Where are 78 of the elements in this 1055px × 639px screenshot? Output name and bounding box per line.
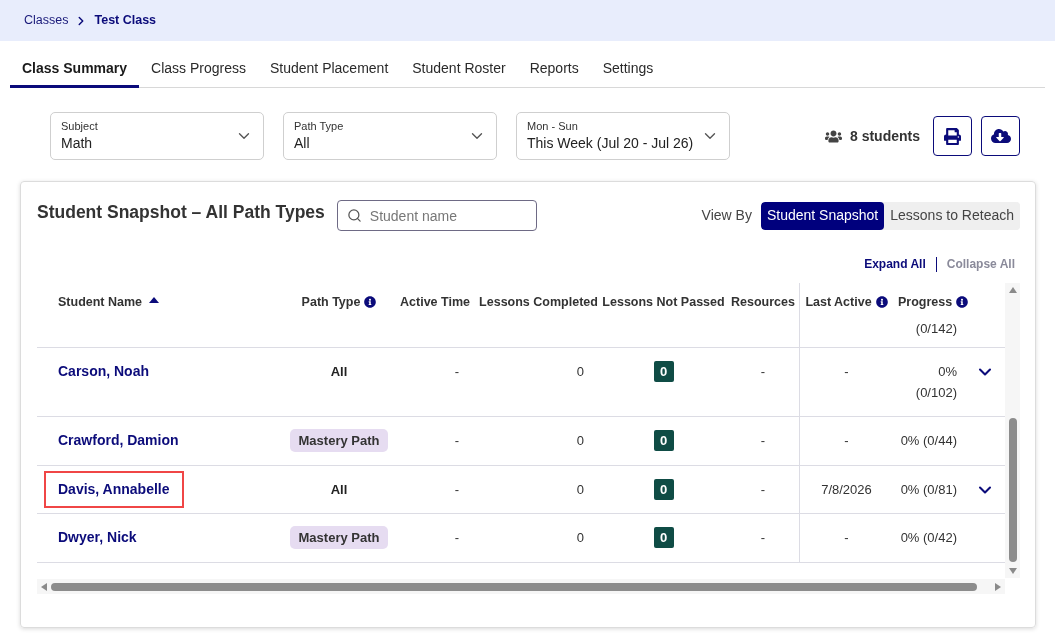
progress-detail: (0/142) (915, 321, 957, 336)
dropdown-value: All (294, 134, 310, 153)
tab[interactable]: Student Roster (400, 52, 518, 88)
dropdown-value: Math (61, 134, 93, 153)
resources-value: - (760, 481, 766, 499)
view-by-label: View By (701, 206, 752, 225)
last-active-date: - (844, 363, 849, 381)
scroll-left-arrow-icon[interactable] (41, 582, 47, 591)
breadcrumb-current: Test Class (94, 12, 157, 30)
scroll-right-arrow-icon[interactable] (995, 582, 1001, 591)
card-title: Student Snapshot – All Path Types (37, 201, 325, 225)
info-icon[interactable] (875, 296, 888, 308)
column-header: Resources (731, 293, 795, 311)
column-header: Lessons Completed (479, 293, 598, 311)
not-passed-count: 0 (653, 361, 674, 382)
last-active-date: 7/8/2026 (821, 481, 872, 499)
progress-value: 0% (0/44) (900, 432, 957, 450)
not-passed-count: 0 (653, 527, 674, 548)
path-type-text: All (330, 481, 348, 499)
dropdown-label: Mon - Sun (527, 119, 578, 133)
student-name-link[interactable]: Dwyer, Nick (58, 527, 137, 548)
student-name-link[interactable]: Carson, Noah (58, 361, 149, 382)
print-button[interactable] (933, 116, 972, 156)
horizontal-scrollbar[interactable] (37, 579, 1005, 594)
dropdown-label: Path Type (294, 119, 344, 133)
last-active-date: - (844, 432, 849, 450)
last-active-date: - (844, 529, 849, 547)
tab[interactable]: Reports (517, 52, 591, 88)
expand-all-link[interactable]: Expand All (864, 255, 926, 273)
filter-dropdown[interactable]: Subject Math (50, 112, 264, 160)
view-toggle-option[interactable]: Student Snapshot (760, 201, 885, 230)
info-icon[interactable] (364, 296, 377, 308)
active-time: - (454, 432, 459, 450)
column-header: Active Time (400, 293, 470, 311)
progress-value: 0% (0/102) (914, 363, 957, 402)
student-name-link[interactable]: Davis, Annabelle (44, 471, 184, 508)
path-type-badge: Mastery Path (289, 526, 389, 549)
tab[interactable]: Settings (590, 52, 666, 88)
print-icon (944, 127, 961, 145)
filter-dropdown[interactable]: Path Type All (283, 112, 497, 160)
lessons-completed: 0 (576, 529, 584, 547)
progress-value: 0% (0/42) (900, 529, 957, 547)
active-time: - (454, 529, 459, 547)
download-button[interactable] (981, 116, 1020, 156)
search-field[interactable]: Student name (336, 200, 537, 231)
resources-value: - (760, 529, 766, 547)
not-passed-count: 0 (653, 430, 674, 451)
lessons-completed: 0 (576, 432, 584, 450)
resources-value: - (760, 363, 766, 381)
student-count: 8 students (850, 126, 920, 146)
tab[interactable]: Class Progress (139, 52, 258, 88)
scroll-down-arrow-icon[interactable] (1008, 568, 1017, 574)
tab[interactable]: Student Placement (258, 52, 401, 88)
column-header: Path Type (301, 293, 361, 311)
dropdown-label: Subject (61, 119, 98, 133)
column-header: Lessons Not Passed (602, 293, 725, 311)
tab[interactable]: Class Summary (10, 52, 140, 88)
active-time: - (454, 363, 459, 381)
active-time: - (454, 481, 459, 499)
path-type-badge: Mastery Path (289, 429, 389, 452)
column-header: Progress (898, 293, 953, 311)
column-header: Last Active (805, 293, 872, 311)
filter-dropdown[interactable]: Mon - Sun This Week (Jul 20 - Jul 26) (516, 112, 730, 160)
breadcrumb-link[interactable]: Classes (24, 11, 69, 30)
info-icon[interactable] (956, 296, 969, 308)
column-header[interactable]: Student Name (58, 292, 143, 312)
progress-value: 0% (0/81) (900, 481, 957, 499)
student-name-link[interactable]: Crawford, Damion (58, 430, 179, 451)
dropdown-value: This Week (Jul 20 - Jul 26) (527, 134, 694, 153)
lessons-completed: 0 (576, 363, 584, 381)
not-passed-count: 0 (653, 479, 674, 500)
search-icon (346, 208, 362, 223)
lessons-completed: 0 (576, 481, 584, 499)
resources-value: - (760, 432, 766, 450)
scroll-up-arrow-icon[interactable] (1008, 287, 1017, 293)
path-type-text: All (330, 363, 348, 381)
vertical-scrollbar[interactable] (1005, 283, 1020, 578)
cloud-download-icon (990, 126, 1011, 146)
